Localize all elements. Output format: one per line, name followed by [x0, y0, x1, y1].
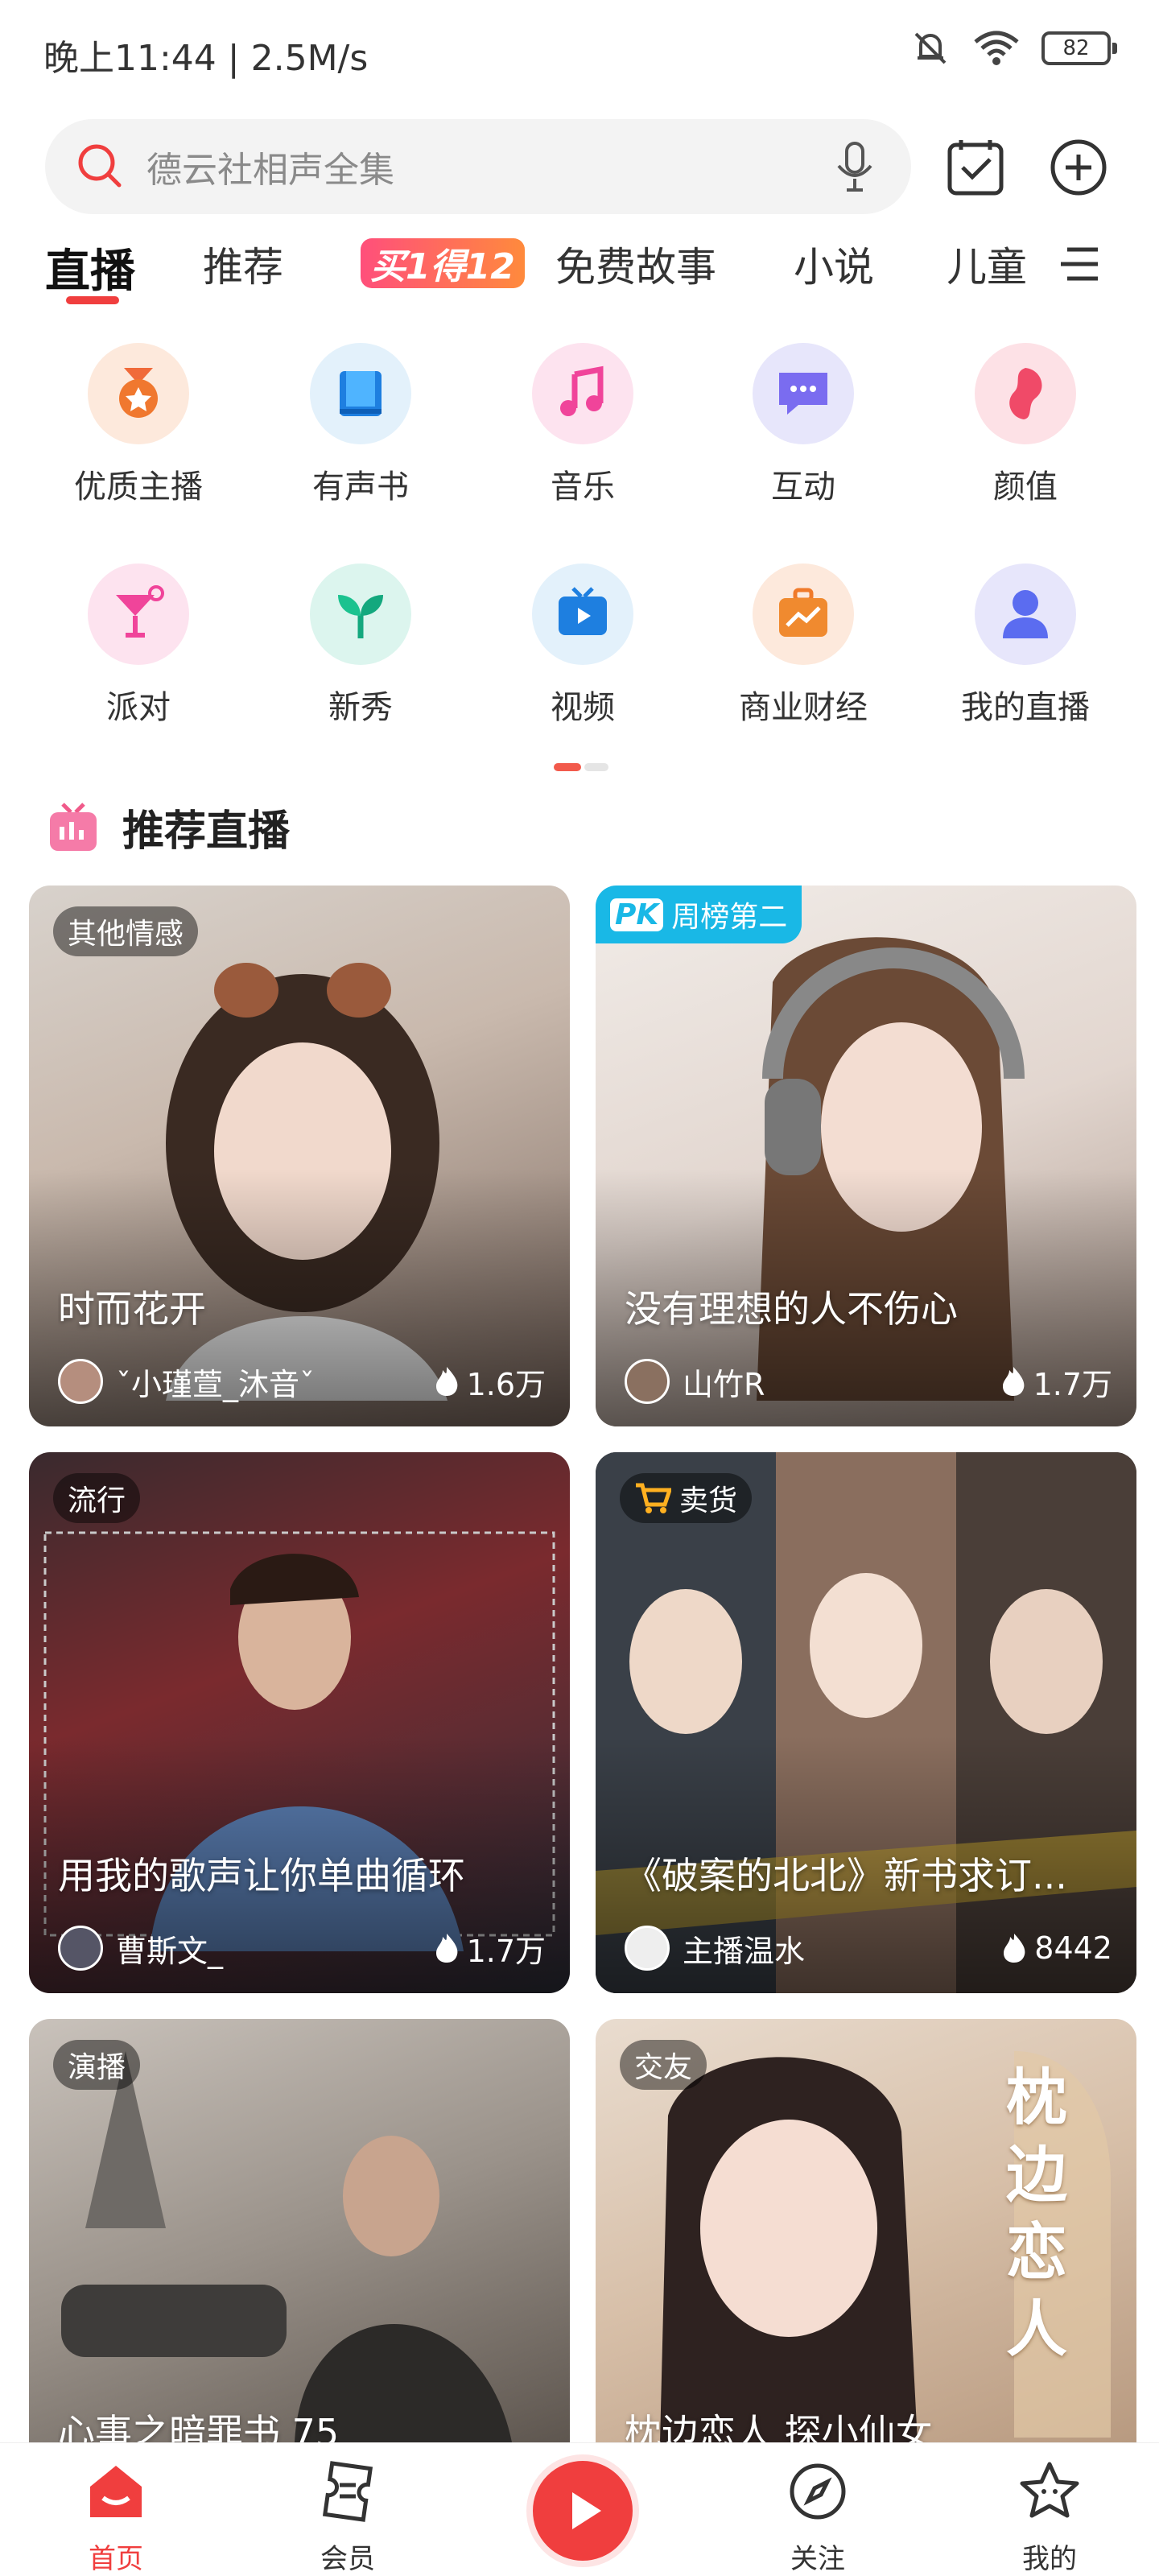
sprout-icon — [310, 564, 411, 665]
cover-calligraphy: 枕 边 恋 人 — [1006, 2062, 1067, 2365]
home-icon — [90, 2466, 142, 2517]
play-icon — [572, 2492, 601, 2529]
live-card[interactable]: PK 周榜第二 没有理想的人不伤心 山竹R 1.7万 — [596, 886, 1136, 1426]
person-icon — [975, 564, 1076, 665]
tab-live[interactable]: 直播 — [45, 235, 135, 300]
tv-icon — [50, 802, 97, 851]
live-card[interactable]: 卖货 《破案的北北》新书求订... 主播温水 8442 — [596, 1452, 1136, 1993]
category-audiobook[interactable]: 有声书 — [256, 343, 465, 507]
pk-badge: PK — [610, 898, 664, 931]
heat-count: 1.7万 — [1000, 1360, 1112, 1404]
live-title: 用我的歌声让你单曲循环 — [58, 1854, 465, 1897]
live-card[interactable]: 流行 用我的歌声让你单曲循环 曹斯文_ 1.7万 — [29, 1452, 570, 1993]
section-title: 推荐直播 — [122, 807, 291, 856]
live-card[interactable]: 其他情感 时而花开 ˇ小瑾萱_沐音ˇ 1.6万 — [29, 886, 570, 1426]
live-meta: ˇ小瑾萱_沐音ˇ 1.6万 — [58, 1356, 546, 1407]
host-name: 主播温水 — [683, 1933, 806, 1969]
mute-bell-icon — [914, 32, 947, 64]
menu-icon[interactable] — [1056, 240, 1104, 288]
section-header: 推荐直播 — [45, 797, 290, 857]
rank-tag: PK 周榜第二 — [596, 886, 802, 943]
live-meta: 主播温水 8442 — [625, 1922, 1112, 1974]
category-tag: 其他情感 — [53, 906, 199, 956]
host-avatar — [58, 1926, 103, 1971]
add-circle-icon[interactable] — [1046, 135, 1111, 200]
live-title: 心事之暗罪书 75 — [58, 2411, 340, 2442]
flame-icon — [1002, 1367, 1024, 1396]
live-title: 没有理想的人不伤心 — [625, 1287, 958, 1331]
live-meta: 山竹R 1.7万 — [625, 1356, 1112, 1407]
category-tabs: 直播 推荐 买1得12 免费故事 小说 儿童 — [0, 227, 1159, 316]
nav-home[interactable]: 首页 — [35, 2458, 196, 2576]
bottom-nav: 首页 会员 关注 我的 — [0, 2442, 1159, 2576]
status-time: 晚上11:44 | 2.5M/s — [43, 38, 369, 79]
cocktail-icon — [88, 564, 189, 665]
microphone-icon[interactable] — [831, 138, 879, 195]
category-quality-host[interactable]: 优质主播 — [34, 343, 243, 507]
heat-count: 1.6万 — [433, 1360, 546, 1404]
category-my-live[interactable]: 我的直播 — [921, 564, 1130, 728]
host-name: 山竹R — [683, 1366, 765, 1402]
tab-free-stories[interactable]: 免费故事 — [555, 235, 716, 293]
flame-icon — [435, 1934, 457, 1963]
host-avatar — [58, 1359, 103, 1404]
page-indicator — [554, 763, 608, 771]
live-card[interactable]: 交友 枕 边 恋 人 枕边恋人 探小仙女 — [596, 2019, 1136, 2442]
tv-play-icon — [532, 564, 633, 665]
player-button[interactable] — [526, 2454, 639, 2567]
nav-follow[interactable]: 关注 — [737, 2458, 898, 2576]
active-tab-indicator — [66, 296, 119, 304]
page-dot-active — [554, 763, 581, 771]
search-input[interactable]: 德云社相声全集 — [146, 141, 831, 192]
category-tag: 交友 — [620, 2040, 707, 2090]
category-interactive[interactable]: 互动 — [699, 343, 908, 507]
page-dot — [584, 763, 608, 771]
status-icons: 82 — [909, 27, 1117, 69]
tab-recommend[interactable]: 推荐 — [203, 235, 283, 293]
live-title: 时而花开 — [58, 1287, 206, 1331]
tab-promo-buy1get12[interactable]: 买1得12 — [361, 238, 525, 288]
check-in-calendar-icon[interactable] — [943, 135, 1008, 200]
category-newcomer[interactable]: 新秀 — [256, 564, 465, 728]
flame-icon — [435, 1367, 457, 1396]
shopping-cart-icon — [636, 1483, 671, 1513]
live-meta: 曹斯文_ 1.7万 — [58, 1922, 546, 1974]
category-tag: 卖货 — [620, 1473, 753, 1523]
heat-count: 1.7万 — [433, 1926, 546, 1971]
star-face-icon — [1020, 2462, 1079, 2518]
status-bar: 晚上11:44 | 2.5M/s 82 — [0, 0, 1159, 105]
briefcase-chart-icon — [753, 564, 854, 665]
tab-novel[interactable]: 小说 — [794, 235, 874, 293]
tab-children[interactable]: 儿童 — [947, 235, 1027, 293]
chat-bubble-icon — [753, 343, 854, 444]
search-icon — [78, 144, 122, 188]
heat-count: 8442 — [1000, 1930, 1112, 1966]
live-title: 《破案的北北》新书求订... — [625, 1854, 1067, 1897]
category-tag: 演播 — [53, 2040, 141, 2090]
category-business-finance[interactable]: 商业财经 — [699, 564, 908, 728]
search-bar[interactable]: 德云社相声全集 — [45, 119, 911, 214]
host-name: 曹斯文_ — [116, 1933, 224, 1969]
category-video[interactable]: 视频 — [478, 564, 687, 728]
music-note-icon — [532, 343, 633, 444]
compass-icon — [790, 2463, 846, 2520]
category-party[interactable]: 派对 — [34, 564, 243, 728]
wifi-icon — [974, 31, 1019, 65]
flame-icon — [1004, 1934, 1025, 1963]
category-music[interactable]: 音乐 — [478, 343, 687, 507]
nav-mine[interactable]: 我的 — [969, 2458, 1130, 2576]
live-title: 枕边恋人 探小仙女 — [625, 2411, 933, 2442]
category-tag: 流行 — [53, 1473, 141, 1523]
category-beauty[interactable]: 颜值 — [921, 343, 1130, 507]
live-card[interactable]: 演播 心事之暗罪书 75 — [29, 2019, 570, 2442]
host-avatar — [625, 1359, 670, 1404]
medal-icon — [88, 343, 189, 444]
beauty-icon — [975, 343, 1076, 444]
host-name: ˇ小瑾萱_沐音ˇ — [116, 1366, 316, 1402]
battery-indicator: 82 — [1041, 31, 1117, 65]
host-avatar — [625, 1926, 670, 1971]
nav-vip[interactable]: 会员 — [267, 2458, 428, 2576]
book-icon — [310, 343, 411, 444]
vip-ticket-icon — [322, 2461, 373, 2522]
